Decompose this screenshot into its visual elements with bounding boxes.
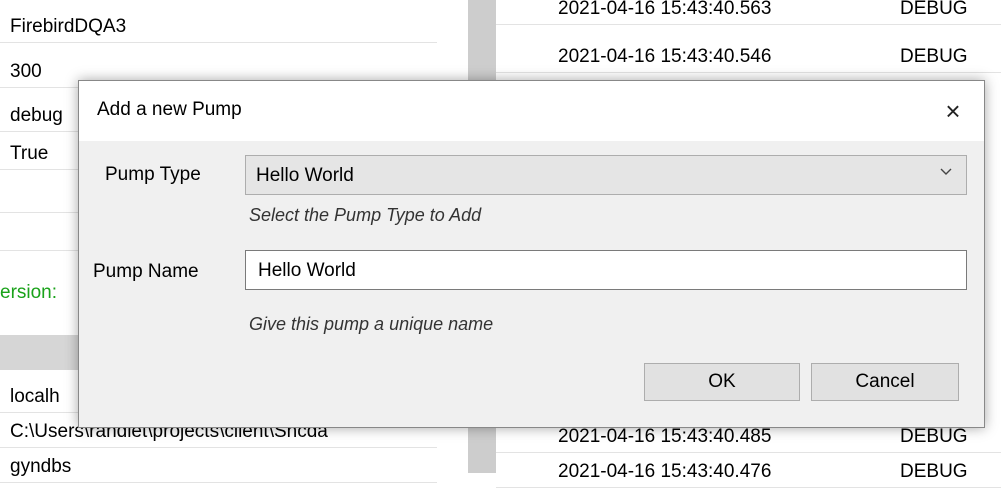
pump-name-label: Pump Name	[93, 261, 199, 282]
log-timestamp: 2021-04-16 15:43:40.476	[558, 461, 772, 482]
log-level: DEBUG	[900, 46, 968, 67]
property-value: FirebirdDQA3	[10, 16, 127, 37]
ok-button[interactable]: OK	[644, 363, 800, 401]
connection-value: localh	[10, 386, 60, 407]
log-timestamp: 2021-04-16 15:43:40.546	[558, 46, 772, 67]
log-row[interactable]: 2021-04-16 15:43:40.546 DEBUG	[496, 40, 1001, 73]
property-value: debug	[10, 105, 63, 126]
dialog-title: Add a new Pump	[97, 99, 242, 120]
property-value: True	[10, 143, 49, 164]
pump-type-hint: Select the Pump Type to Add	[249, 205, 482, 225]
dialog-titlebar[interactable]: Add a new Pump ×	[79, 81, 984, 141]
log-timestamp: 2021-04-16 15:43:40.563	[558, 0, 772, 19]
connection-value: gyndbs	[10, 456, 72, 477]
close-icon[interactable]: ×	[922, 81, 984, 141]
add-pump-dialog: Add a new Pump × Pump Type Hello World S…	[78, 80, 985, 428]
pump-name-hint: Give this pump a unique name	[249, 314, 494, 334]
version-label: ersion:	[0, 282, 58, 303]
property-row[interactable]: FirebirdDQA3	[0, 10, 437, 43]
pump-type-select[interactable]: Hello World	[245, 155, 967, 195]
chevron-down-icon	[940, 164, 952, 182]
property-value: 300	[10, 61, 42, 82]
cancel-button[interactable]: Cancel	[811, 363, 959, 401]
pump-name-value: Hello World	[258, 260, 356, 281]
log-level: DEBUG	[900, 0, 968, 19]
log-row[interactable]: 2021-04-16 15:43:40.563 DEBUG	[496, 0, 1001, 25]
log-level: DEBUG	[900, 461, 968, 482]
pump-type-label: Pump Type	[105, 164, 201, 185]
pump-name-input[interactable]: Hello World	[245, 250, 967, 290]
connection-row[interactable]: gyndbs	[0, 450, 437, 483]
pump-type-value: Hello World	[256, 165, 354, 186]
log-row[interactable]: 2021-04-16 15:43:40.476 DEBUG	[496, 455, 1001, 488]
